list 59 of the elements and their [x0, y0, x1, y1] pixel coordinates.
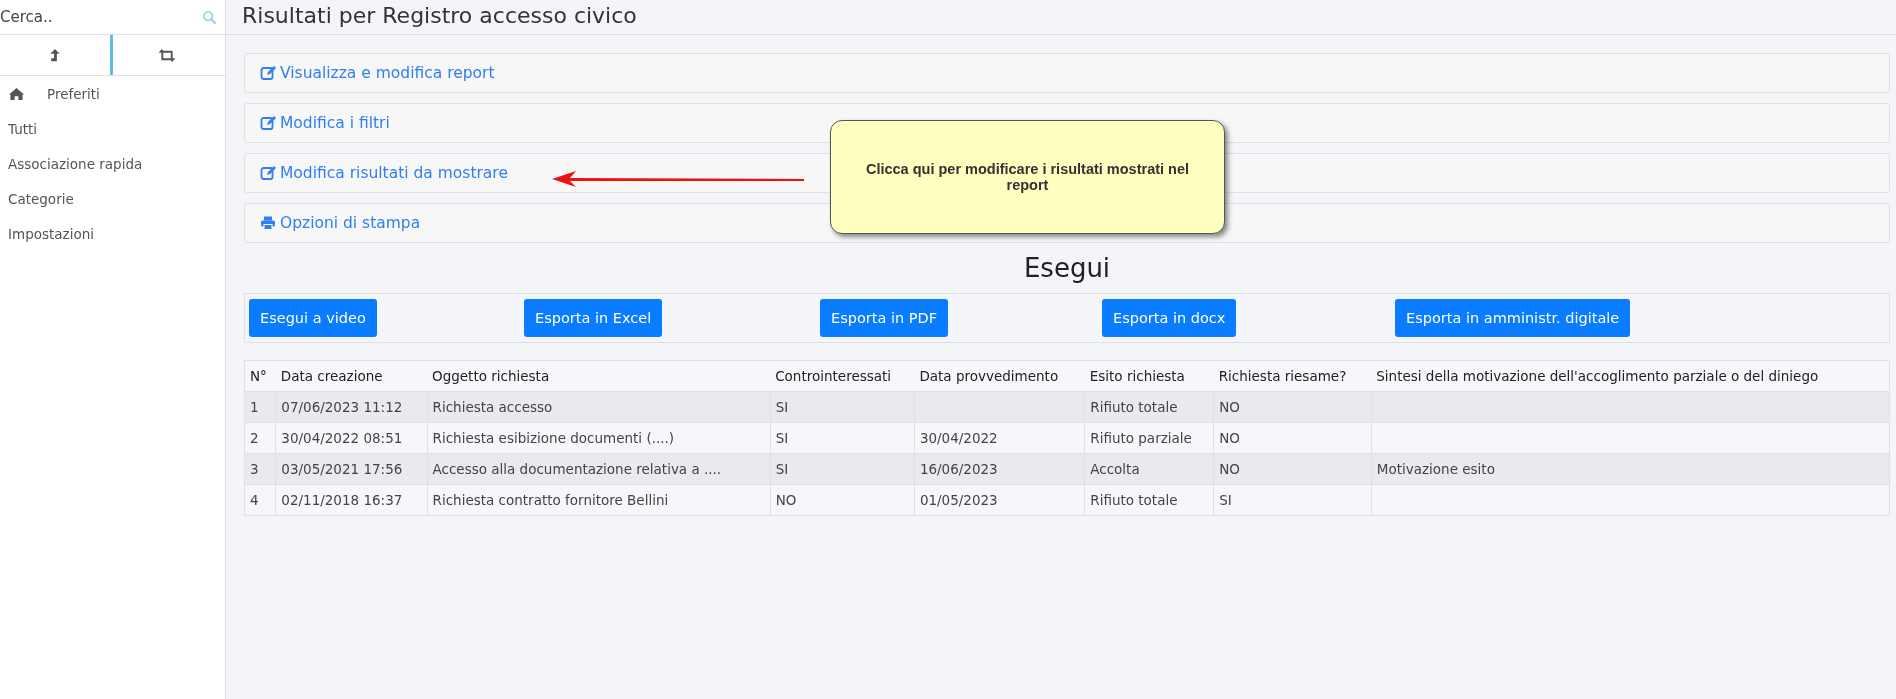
table-cell: Motivazione esito [1371, 453, 1890, 485]
edit-icon [260, 115, 276, 131]
column-header: Controinteressati [770, 360, 915, 392]
panel-link[interactable]: Modifica i filtri [260, 114, 390, 132]
table-cell: SI [770, 453, 915, 485]
table-cell: 01/05/2023 [914, 484, 1085, 516]
column-header: N° [244, 360, 276, 392]
search-icon [202, 9, 217, 25]
table-cell: 3 [244, 453, 276, 485]
panel-link[interactable]: Opzioni di stampa [260, 214, 421, 232]
column-header: Richiesta riesame? [1213, 360, 1372, 392]
table-cell: SI [1213, 484, 1372, 516]
table-cell: Rifiuto totale [1084, 391, 1214, 423]
printer-icon [260, 215, 276, 231]
export-button[interactable]: Esporta in amministr. digitale [1395, 299, 1631, 337]
panel-link[interactable]: Visualizza e modifica report [260, 64, 495, 82]
table-cell: Richiesta esibizione documenti (....) [427, 422, 771, 454]
table-cell: Richiesta accesso [427, 391, 771, 423]
table-cell: SI [770, 422, 915, 454]
panel-link[interactable]: Modifica risultati da mostrare [260, 164, 508, 182]
table-cell: 30/04/2022 [914, 422, 1085, 454]
column-header: Esito richiesta [1084, 360, 1214, 392]
table-cell: NO [770, 484, 915, 516]
home-icon [8, 86, 25, 101]
tooltip: Clicca qui per modificare i risultati mostrati nel report [830, 120, 1225, 234]
table-cell: Rifiuto totale [1084, 484, 1214, 516]
column-header: Oggetto richiesta [427, 360, 771, 392]
sidebar-item[interactable]: Tutti [8, 120, 38, 137]
table-cell: SI [770, 391, 915, 423]
column-header: Sintesi della motivazione dell'accoglimento parziale o del diniego [1371, 360, 1890, 392]
table-cell: 1 [244, 391, 276, 423]
edit-icon [260, 165, 276, 181]
edit-icon [260, 65, 276, 81]
table-cell: 16/06/2023 [914, 453, 1085, 485]
sidebar-item[interactable]: Categorie [8, 190, 74, 207]
export-button[interactable]: Esegui a video [249, 299, 377, 337]
export-button[interactable]: Esporta in Excel [524, 299, 663, 337]
table-cell: 02/11/2018 16:37 [275, 484, 427, 516]
table-cell: NO [1213, 391, 1372, 423]
table-cell: Accolta [1084, 453, 1214, 485]
table-cell: 07/06/2023 11:12 [275, 391, 427, 423]
table-cell: Rifiuto parziale [1084, 422, 1214, 454]
sidebar-item[interactable]: Preferiti [47, 85, 100, 102]
column-header: Data provvedimento [914, 360, 1085, 392]
table-cell: 4 [244, 484, 276, 516]
page-title: Risultati per Registro accesso civico [226, 0, 1896, 35]
sidebar-item[interactable]: Impostazioni [8, 225, 94, 242]
export-button[interactable]: Esporta in PDF [820, 299, 948, 337]
column-header: Data creazione [275, 360, 427, 392]
export-button[interactable]: Esporta in docx [1102, 299, 1237, 337]
table-cell: NO [1213, 422, 1372, 454]
section-heading: Esegui [1022, 253, 1112, 283]
sidebar-item[interactable]: Associazione rapida [8, 155, 143, 172]
table-cell: 2 [244, 422, 276, 454]
table-cell: Richiesta contratto fornitore Bellini [427, 484, 771, 516]
table-cell: 03/05/2021 17:56 [275, 453, 427, 485]
table-cell: NO [1213, 453, 1372, 485]
table-cell: 30/04/2022 08:51 [275, 422, 427, 454]
table-cell: Accesso alla documentazione relativa a .... [427, 453, 771, 485]
